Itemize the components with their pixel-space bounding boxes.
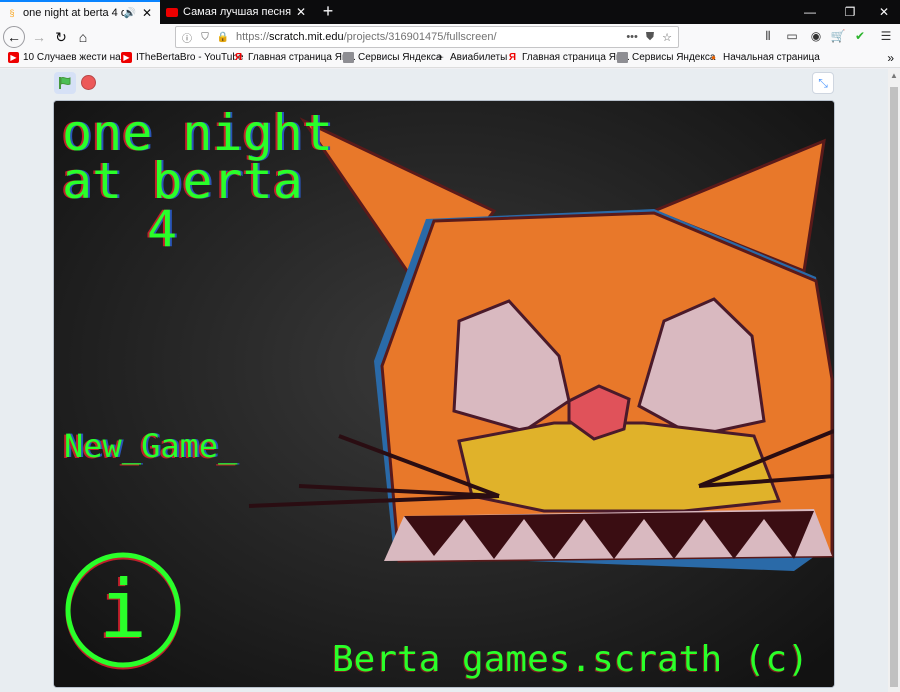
- info-button[interactable]: i: [68, 555, 178, 665]
- scrollbar[interactable]: ▲: [888, 69, 900, 692]
- page-actions-icon[interactable]: •••: [626, 31, 638, 44]
- chevron-more-icon[interactable]: »: [887, 51, 894, 65]
- title-line-1: one night: [62, 104, 333, 162]
- sidebar-icon[interactable]: ▭: [784, 29, 800, 45]
- shield-icon[interactable]: ⛉: [198, 32, 212, 43]
- bookmark-item[interactable]: ✈ Авиабилеты: [435, 52, 507, 63]
- scrollbar-thumb[interactable]: [890, 87, 898, 687]
- firefox-icon: ●: [711, 53, 716, 62]
- pocket-icon[interactable]: ⛊: [646, 31, 654, 44]
- bookmark-item[interactable]: Сервисы Яндекса: [617, 52, 715, 63]
- bookmark-star-icon[interactable]: ☆: [662, 31, 672, 44]
- new-tab-button[interactable]: +: [318, 2, 338, 22]
- bookmarks-toolbar: ▶ 10 Случаев жести на ... ▶ ITheBertaBro -…: [0, 50, 900, 68]
- minimize-button[interactable]: —: [792, 0, 828, 24]
- bookmark-item[interactable]: Я Главная страница Ян...: [507, 52, 630, 63]
- close-tab-icon[interactable]: ✕: [294, 5, 308, 19]
- tab-scratch-project[interactable]: § one night at berta 4 on Scra 🔊 ✕: [0, 0, 160, 24]
- bookmark-item[interactable]: Сервисы Яндекса: [343, 52, 441, 63]
- new-game-button[interactable]: New_Game_: [64, 427, 237, 465]
- restore-button[interactable]: ❐: [832, 0, 868, 24]
- bookmark-item[interactable]: ▶ ITheBertaBro - YouTube: [121, 52, 243, 63]
- arrow-left-icon: ←: [7, 29, 21, 45]
- reload-button[interactable]: ↻: [50, 26, 72, 48]
- arrow-right-icon: →: [32, 29, 46, 45]
- forward-button[interactable]: →: [28, 26, 50, 48]
- check-extension-icon[interactable]: ✔: [852, 29, 868, 45]
- lock-icon[interactable]: 🔒: [216, 32, 230, 43]
- credit-text: Berta games.scrath (c): [332, 639, 809, 680]
- title-line-2: at berta: [62, 152, 303, 210]
- youtube-favicon-icon: [166, 6, 178, 18]
- navigation-bar: ← → ↻ ⌂ ⓘ ⛉ 🔒 https://scratch.mit.edu/pr…: [0, 24, 900, 50]
- title-line-3: 4: [147, 200, 178, 258]
- back-button[interactable]: ←: [3, 26, 25, 48]
- cart-icon[interactable]: 🛒: [830, 29, 846, 45]
- reload-icon: ↻: [55, 28, 67, 45]
- speaker-icon[interactable]: 🔊: [124, 8, 136, 19]
- folder-icon: [617, 52, 628, 63]
- green-flag-button[interactable]: [54, 72, 76, 94]
- info-icon[interactable]: ⓘ: [180, 30, 194, 45]
- close-tab-icon[interactable]: ✕: [140, 6, 154, 20]
- tab-bar: § one night at berta 4 on Scra 🔊 ✕ Самая…: [0, 0, 900, 24]
- stop-button[interactable]: [81, 75, 96, 90]
- home-button[interactable]: ⌂: [72, 26, 94, 48]
- youtube-icon: ▶: [8, 52, 19, 63]
- scroll-up-icon[interactable]: ▲: [888, 71, 900, 80]
- green-flag-icon: [59, 76, 71, 89]
- url-text[interactable]: https://scratch.mit.edu/projects/3169014…: [236, 31, 497, 43]
- game-stage[interactable]: one night at berta 4 New_Game_ i Berta g…: [53, 100, 835, 688]
- youtube-icon: ▶: [121, 52, 132, 63]
- folder-icon: [343, 52, 354, 63]
- bookmark-item[interactable]: ▶ 10 Случаев жести на ...: [8, 52, 132, 63]
- bookmark-item[interactable]: Я Главная страница Ян...: [233, 52, 356, 63]
- scratch-favicon-icon: §: [9, 8, 15, 18]
- menu-icon[interactable]: ☰: [878, 29, 894, 45]
- close-window-button[interactable]: ✕: [866, 0, 900, 24]
- exit-fullscreen-button[interactable]: ⤡: [812, 72, 834, 94]
- bookmark-item[interactable]: ● Начальная страница: [708, 52, 820, 63]
- home-icon: ⌂: [78, 29, 88, 45]
- account-icon[interactable]: ◉: [808, 29, 824, 45]
- tab-title: one night at berta 4 on Scra: [23, 7, 124, 19]
- yandex-icon: Я: [234, 52, 243, 63]
- library-icon[interactable]: ⫴: [760, 29, 776, 45]
- tab-title: Самая лучшая песня фнаф 2: [183, 6, 294, 18]
- cat-muzzle: [457, 421, 782, 513]
- yandex-icon: Я: [508, 52, 517, 63]
- shrink-icon: ⤡: [818, 75, 828, 90]
- tab-youtube-song[interactable]: Самая лучшая песня фнаф 2 ✕: [160, 0, 314, 24]
- game-title: one night at berta 4: [62, 104, 342, 258]
- plane-icon: ✈: [437, 53, 444, 62]
- url-bar[interactable]: ⓘ ⛉ 🔒 https://scratch.mit.edu/projects/3…: [175, 26, 679, 48]
